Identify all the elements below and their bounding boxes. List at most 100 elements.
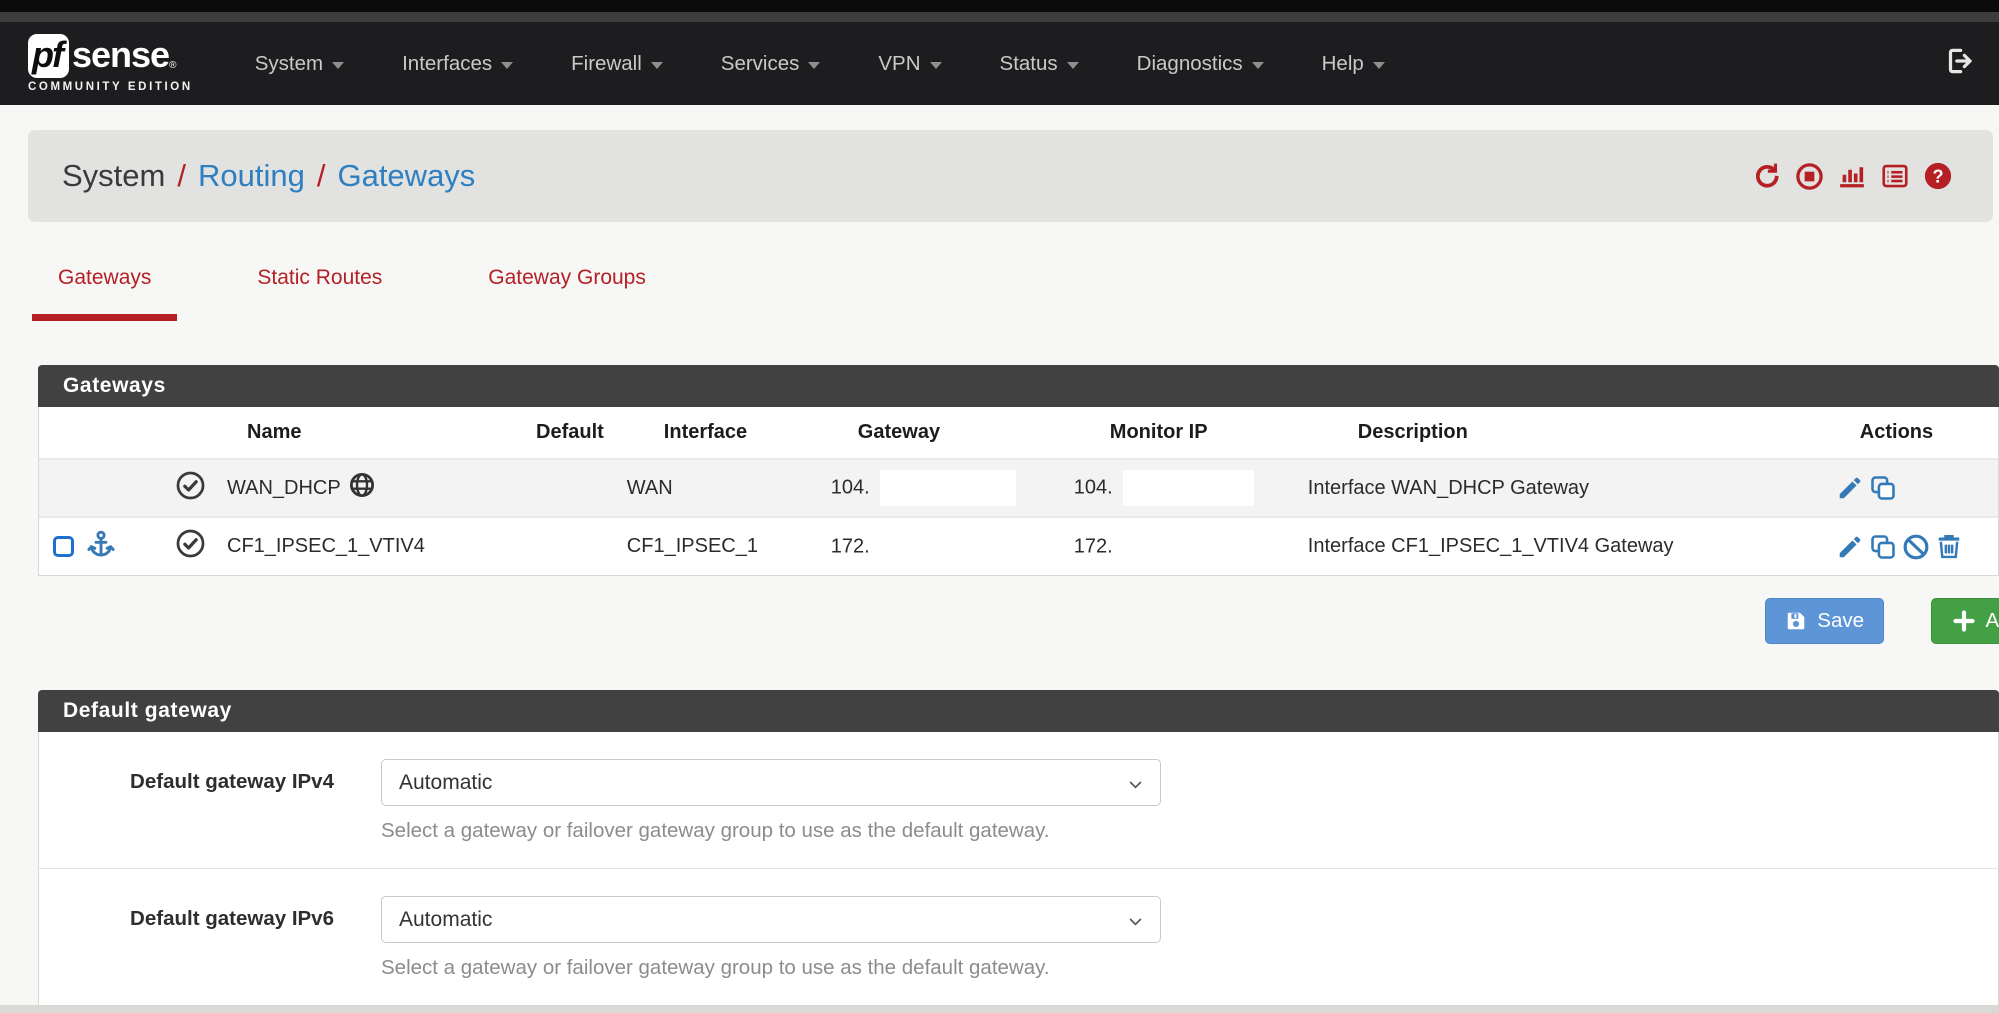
delete-trash-icon[interactable] [1935, 533, 1963, 561]
chevron-down-icon [501, 62, 513, 69]
monitor-ip: 104. [1074, 476, 1113, 498]
tab-gateway-groups[interactable]: Gateway Groups [462, 266, 672, 321]
window-chrome-strip [0, 0, 1999, 12]
save-button[interactable]: Save [1765, 598, 1884, 644]
column-header-actions: Actions [1794, 407, 1998, 459]
nav-item-status[interactable]: Status [1000, 52, 1079, 76]
breadcrumb: System / Routing / Gateways [62, 158, 475, 194]
redacted-value [880, 529, 1016, 565]
column-header-monitor-ip: Monitor IP [1044, 407, 1294, 459]
chevron-down-icon [930, 62, 942, 69]
default-gateway-ipv4-select[interactable]: Automatic [381, 759, 1161, 806]
gateways-table: Name Default Interface Gateway Monitor I… [39, 407, 1998, 575]
window-chrome-strip-2 [0, 12, 1999, 22]
tab-gateways[interactable]: Gateways [32, 266, 177, 321]
top-navbar: pf sense ® COMMUNITY EDITION System Inte… [0, 22, 1999, 105]
stop-circle-icon[interactable] [1795, 162, 1824, 191]
breadcrumb-bar: System / Routing / Gateways [28, 130, 1993, 222]
default-gateway-ipv4-help: Select a gateway or failover gateway gro… [381, 819, 1161, 843]
help-icon[interactable]: ? [1923, 161, 1953, 191]
chevron-down-icon [1252, 62, 1264, 69]
logo-sense: sense [72, 34, 169, 76]
gateway-name: WAN_DHCP [227, 477, 341, 500]
chevron-down-icon [332, 62, 344, 69]
default-gateway-ipv4-row: Default gateway IPv4 Automatic Select a … [39, 732, 1998, 868]
nav-item-label: Diagnostics [1137, 52, 1243, 76]
default-gateway-ipv6-label: Default gateway IPv6 [39, 896, 334, 980]
column-header-name: Name [221, 407, 471, 459]
nav-item-label: System [255, 52, 323, 76]
select-value: Automatic [399, 908, 492, 932]
gateway-name: CF1_IPSEC_1_VTIV4 [227, 535, 425, 557]
nav-item-system[interactable]: System [255, 52, 344, 76]
svg-text:?: ? [1932, 166, 1943, 186]
pfsense-logo-wordmark: pf sense ® [28, 34, 193, 78]
gateway-description: Interface CF1_IPSEC_1_VTIV4 Gateway [1294, 517, 1794, 575]
globe-icon [349, 472, 375, 504]
gateway-row-cf1-ipsec: CF1_IPSEC_1_VTIV4 CF1_IPSEC_1 172. 172. … [39, 517, 1998, 575]
log-list-icon[interactable] [1880, 161, 1910, 191]
checkbox-icon[interactable] [53, 536, 74, 557]
nav-item-label: Status [1000, 52, 1058, 76]
gateway-row-wan-dhcp: WAN_DHCP WAN [39, 459, 1998, 517]
sign-out-icon[interactable] [1945, 46, 1975, 81]
nav-item-label: Help [1322, 52, 1364, 76]
breadcrumb-separator: / [317, 158, 326, 194]
add-button-label: Add [1986, 609, 1999, 633]
default-gateway-ipv6-select[interactable]: Automatic [381, 896, 1161, 943]
column-header-description: Description [1294, 407, 1794, 459]
gateway-address: 172. [831, 535, 870, 557]
chevron-down-icon [808, 62, 820, 69]
gateways-panel: Gateways Name Default Interface Gateway … [38, 365, 1999, 576]
bottom-edge-strip [0, 1005, 1999, 1013]
breadcrumb-gateways-link[interactable]: Gateways [337, 158, 475, 194]
column-header-interface: Interface [604, 407, 794, 459]
redacted-value [1123, 470, 1254, 506]
breadcrumb-action-icons: ? [1753, 161, 1953, 191]
pfsense-logo[interactable]: pf sense ® COMMUNITY EDITION [28, 34, 193, 93]
gateway-online-check-circle-icon [175, 542, 206, 564]
edit-pencil-icon[interactable] [1836, 533, 1864, 561]
monitor-ip: 172. [1074, 535, 1113, 557]
disable-ban-icon[interactable] [1902, 533, 1930, 561]
nav-item-firewall[interactable]: Firewall [571, 52, 663, 76]
nav-menu: System Interfaces Firewall Services VPN … [255, 52, 1945, 76]
button-row: Save Add [0, 598, 1999, 644]
select-value: Automatic [399, 771, 492, 795]
column-header-default: Default [471, 407, 604, 459]
edit-pencil-icon[interactable] [1836, 474, 1864, 502]
chevron-down-icon [1127, 775, 1144, 799]
save-button-label: Save [1817, 609, 1864, 633]
redacted-value [1123, 529, 1254, 565]
chevron-down-icon [1127, 912, 1144, 936]
gateway-description: Interface WAN_DHCP Gateway [1294, 459, 1794, 517]
anchor-icon [86, 529, 116, 565]
chevron-down-icon [1067, 62, 1079, 69]
copy-icon[interactable] [1869, 533, 1897, 561]
gateway-online-check-circle-icon [175, 484, 206, 506]
gateway-interface: CF1_IPSEC_1 [604, 517, 794, 575]
breadcrumb-routing-link[interactable]: Routing [198, 158, 305, 194]
nav-item-interfaces[interactable]: Interfaces [402, 52, 513, 76]
logo-registered-mark: ® [169, 60, 176, 71]
column-header-gateway: Gateway [794, 407, 1044, 459]
nav-item-label: Firewall [571, 52, 642, 76]
gateway-interface: WAN [604, 459, 794, 517]
nav-item-help[interactable]: Help [1322, 52, 1385, 76]
nav-item-label: Interfaces [402, 52, 492, 76]
copy-icon[interactable] [1869, 474, 1897, 502]
default-gateway-ipv4-label: Default gateway IPv4 [39, 759, 334, 843]
chevron-down-icon [651, 62, 663, 69]
bar-chart-icon[interactable] [1837, 161, 1867, 191]
default-gateway-panel: Default gateway Default gateway IPv4 Aut… [38, 690, 1999, 1006]
breadcrumb-system: System [62, 158, 165, 194]
nav-item-vpn[interactable]: VPN [878, 52, 941, 76]
refresh-icon[interactable] [1753, 162, 1782, 191]
nav-item-diagnostics[interactable]: Diagnostics [1137, 52, 1264, 76]
table-header-row: Name Default Interface Gateway Monitor I… [39, 407, 1998, 459]
gateway-address: 104. [831, 476, 870, 498]
tab-static-routes[interactable]: Static Routes [231, 266, 408, 321]
nav-item-services[interactable]: Services [721, 52, 821, 76]
add-button[interactable]: Add [1931, 598, 1999, 644]
chevron-down-icon [1373, 62, 1385, 69]
